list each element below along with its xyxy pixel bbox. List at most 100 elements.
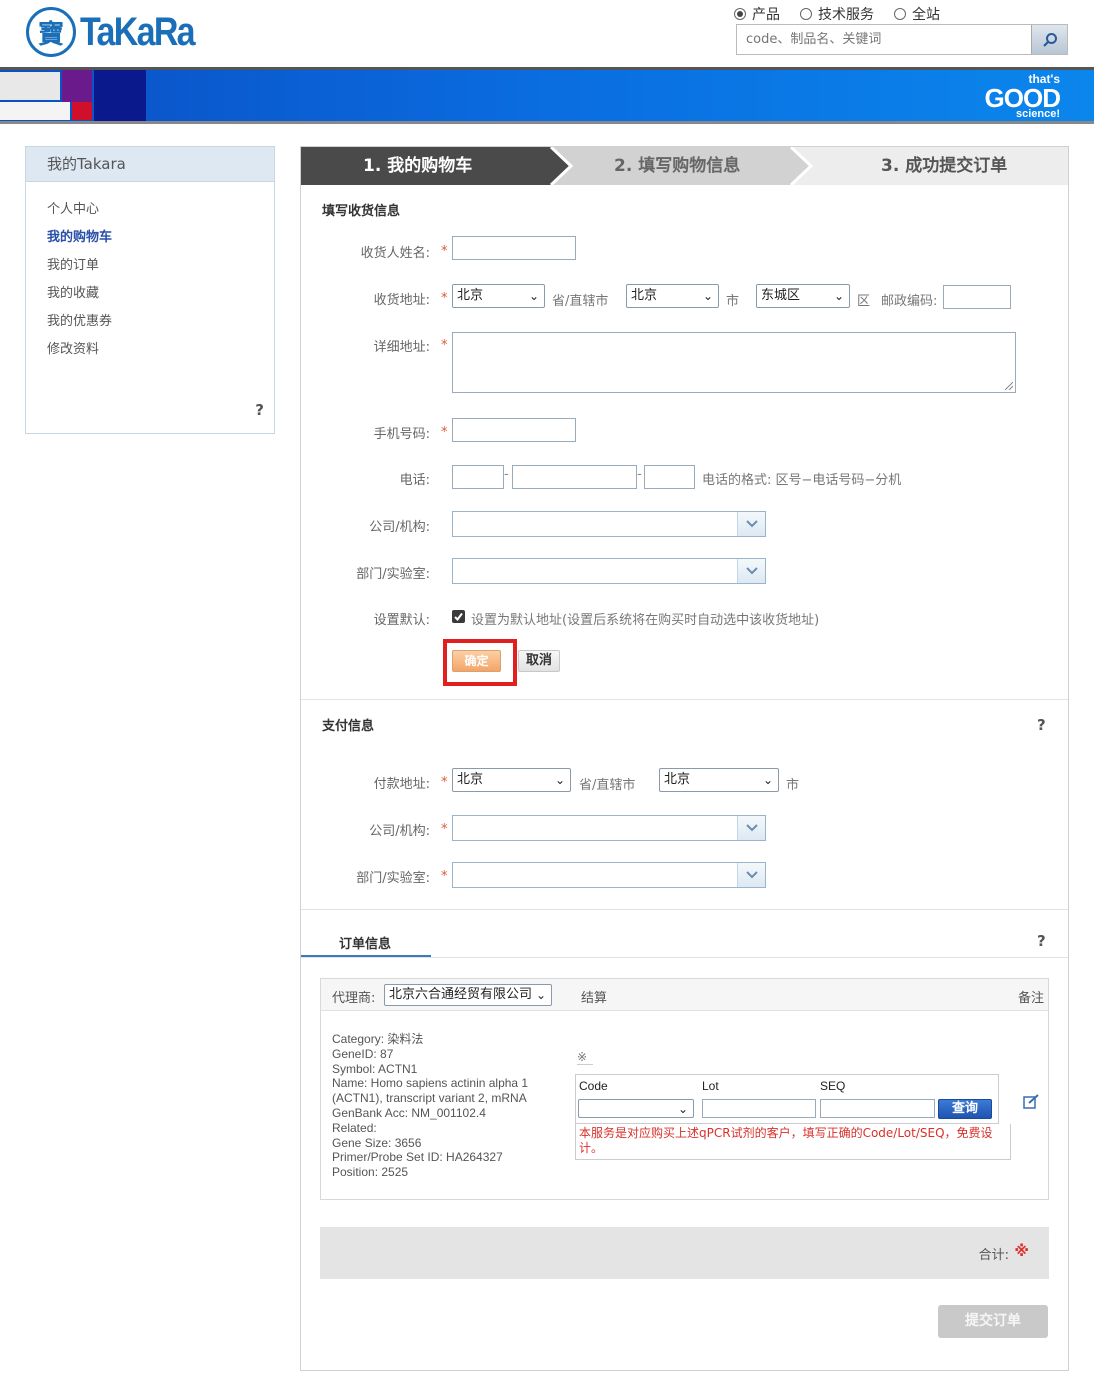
tab-order-info[interactable]: 订单信息 <box>301 927 431 957</box>
district-select[interactable]: 东城区 ⌄ <box>756 284 850 308</box>
edit-remark-icon[interactable] <box>1023 1094 1040 1113</box>
sidebar-title: 我的Takara <box>26 147 274 182</box>
zip-input[interactable] <box>943 285 1011 309</box>
confirm-button[interactable]: 确定 <box>452 650 501 672</box>
search-scope-group: 产品 技术服务 全站 <box>734 4 940 24</box>
takara-logo[interactable]: 寶 TaKaRa <box>26 6 214 58</box>
divider <box>301 957 1068 958</box>
code-select[interactable]: ⌄ <box>578 1099 694 1118</box>
phone-label: 电话: <box>399 473 430 488</box>
phone-ext-input[interactable] <box>644 465 695 489</box>
chevron-down-icon: ⌄ <box>762 773 773 787</box>
required-mark: * <box>441 291 448 306</box>
zip-label: 邮政编码: <box>881 294 938 309</box>
address-label: 收货地址: <box>373 293 430 308</box>
chevron-down-icon: ⌄ <box>833 289 844 303</box>
total-value: ※ <box>1014 1242 1029 1260</box>
sidebar-item-favorites[interactable]: 我的收藏 <box>47 280 274 308</box>
detail-address-textarea[interactable] <box>452 332 1016 393</box>
payment-address-label: 付款地址: <box>373 777 430 792</box>
lot-input[interactable] <box>702 1099 816 1118</box>
service-note: 本服务是对应购买上述qPCR试剂的客户，填写正确的Code/Lot/SEQ，免费… <box>575 1124 1011 1160</box>
banner-block <box>0 72 60 100</box>
receiver-name-input[interactable] <box>452 236 576 260</box>
scope-radio-tech[interactable]: 技术服务 <box>800 4 874 24</box>
chevron-down-icon[interactable] <box>737 816 765 840</box>
check-icon <box>454 612 463 622</box>
radio-icon <box>894 8 906 20</box>
payment-section-title: 支付信息 <box>322 719 375 734</box>
header-banner: that's GOOD science! <box>0 67 1094 124</box>
chevron-down-icon: ⌄ <box>533 985 546 1005</box>
divider <box>301 699 1068 700</box>
total-label: 合计: <box>978 1248 1009 1263</box>
radio-icon <box>800 8 812 20</box>
seq-column-header: SEQ <box>820 1079 846 1093</box>
sidebar-item-edit-profile[interactable]: 修改资料 <box>47 336 274 364</box>
payment-province-suffix: 省/直辖市 <box>579 778 636 793</box>
required-mark: * <box>441 425 448 440</box>
mobile-input[interactable] <box>452 418 576 442</box>
payment-city-select[interactable]: 北京 ⌄ <box>659 768 779 792</box>
province-select[interactable]: 北京 ⌄ <box>452 284 545 308</box>
sidebar-item-personal-center[interactable]: 个人中心 <box>47 196 274 224</box>
payment-province-select[interactable]: 北京 ⌄ <box>452 768 571 792</box>
district-suffix: 区 <box>857 294 871 309</box>
dash: - <box>504 467 509 482</box>
help-icon[interactable]: ? <box>255 401 264 419</box>
sidebar-item-orders[interactable]: 我的订单 <box>47 252 274 280</box>
company-label: 公司/机构: <box>369 520 430 535</box>
settle-label: 结算 <box>581 991 608 1006</box>
shipping-section-title: 填写收货信息 <box>322 204 401 219</box>
seq-input[interactable] <box>820 1099 935 1118</box>
logo-text: TaKaRa <box>80 9 196 54</box>
chevron-down-icon: ⌄ <box>677 1102 688 1116</box>
order-item-header: 代理商: 北京六合通经贸有限公司 ⌄ 结算 备注 <box>321 979 1048 1011</box>
remark-label: 备注 <box>1018 991 1045 1006</box>
chevron-down-icon: ⌄ <box>528 289 539 303</box>
phone-format-hint: 电话的格式: 区号−电话号码−分机 <box>702 473 902 488</box>
chevron-down-icon: ⌄ <box>554 773 565 787</box>
company-combobox[interactable] <box>452 511 766 537</box>
payment-company-label: 公司/机构: <box>369 824 430 839</box>
chevron-down-icon[interactable] <box>737 559 765 583</box>
step-3-submit: 3. 成功提交订单 <box>881 156 1008 176</box>
required-mark: * <box>441 775 448 790</box>
sidebar-item-coupons[interactable]: 我的优惠券 <box>47 308 274 336</box>
banner-block <box>0 102 70 120</box>
department-label: 部门/实验室: <box>356 567 430 582</box>
scope-radio-site[interactable]: 全站 <box>894 4 940 24</box>
scope-radio-product[interactable]: 产品 <box>734 4 780 24</box>
checkout-panel: 1. 我的购物车 2. 填写购物信息 3. 成功提交订单 填写收货信息 收货人姓… <box>300 146 1069 1371</box>
agent-select[interactable]: 北京六合通经贸有限公司 ⌄ <box>384 984 552 1006</box>
agent-label: 代理商: <box>332 991 376 1006</box>
cancel-button[interactable]: 取消 <box>518 650 560 672</box>
default-address-checkbox[interactable] <box>452 610 465 623</box>
help-icon[interactable]: ? <box>1037 932 1046 950</box>
default-address-text: 设置为默认地址(设置后系统将在购买时自动选中该收货地址) <box>471 613 820 628</box>
search-input[interactable] <box>737 25 1031 54</box>
checkout-steps: 1. 我的购物车 2. 填写购物信息 3. 成功提交订单 <box>301 147 1068 185</box>
chevron-down-icon[interactable] <box>737 512 765 536</box>
chevron-down-icon[interactable] <box>737 863 765 887</box>
step-1-cart: 1. 我的购物车 <box>363 156 473 176</box>
dash: - <box>637 467 642 482</box>
lot-column-header: Lot <box>702 1079 719 1093</box>
phone-area-input[interactable] <box>452 465 504 489</box>
submit-order-button[interactable]: 提交订单 <box>938 1305 1048 1338</box>
receiver-name-label: 收货人姓名: <box>360 246 430 261</box>
sidebar-item-cart[interactable]: 我的购物车 <box>47 224 274 252</box>
phone-number-input[interactable] <box>512 465 637 489</box>
search-button[interactable] <box>1031 25 1067 54</box>
payment-company-combobox[interactable] <box>452 815 766 841</box>
city-select[interactable]: 北京 ⌄ <box>626 284 719 308</box>
resize-handle-icon[interactable] <box>1005 382 1013 390</box>
required-mark: * <box>441 869 448 884</box>
department-combobox[interactable] <box>452 558 766 584</box>
help-icon[interactable]: ? <box>1037 716 1046 734</box>
payment-department-combobox[interactable] <box>452 862 766 888</box>
detail-address-label: 详细地址: <box>373 340 430 355</box>
step-2-fill-info: 2. 填写购物信息 <box>614 156 741 176</box>
query-button[interactable]: 查询 <box>938 1099 992 1119</box>
price-note-mark: ※ <box>577 1050 593 1065</box>
